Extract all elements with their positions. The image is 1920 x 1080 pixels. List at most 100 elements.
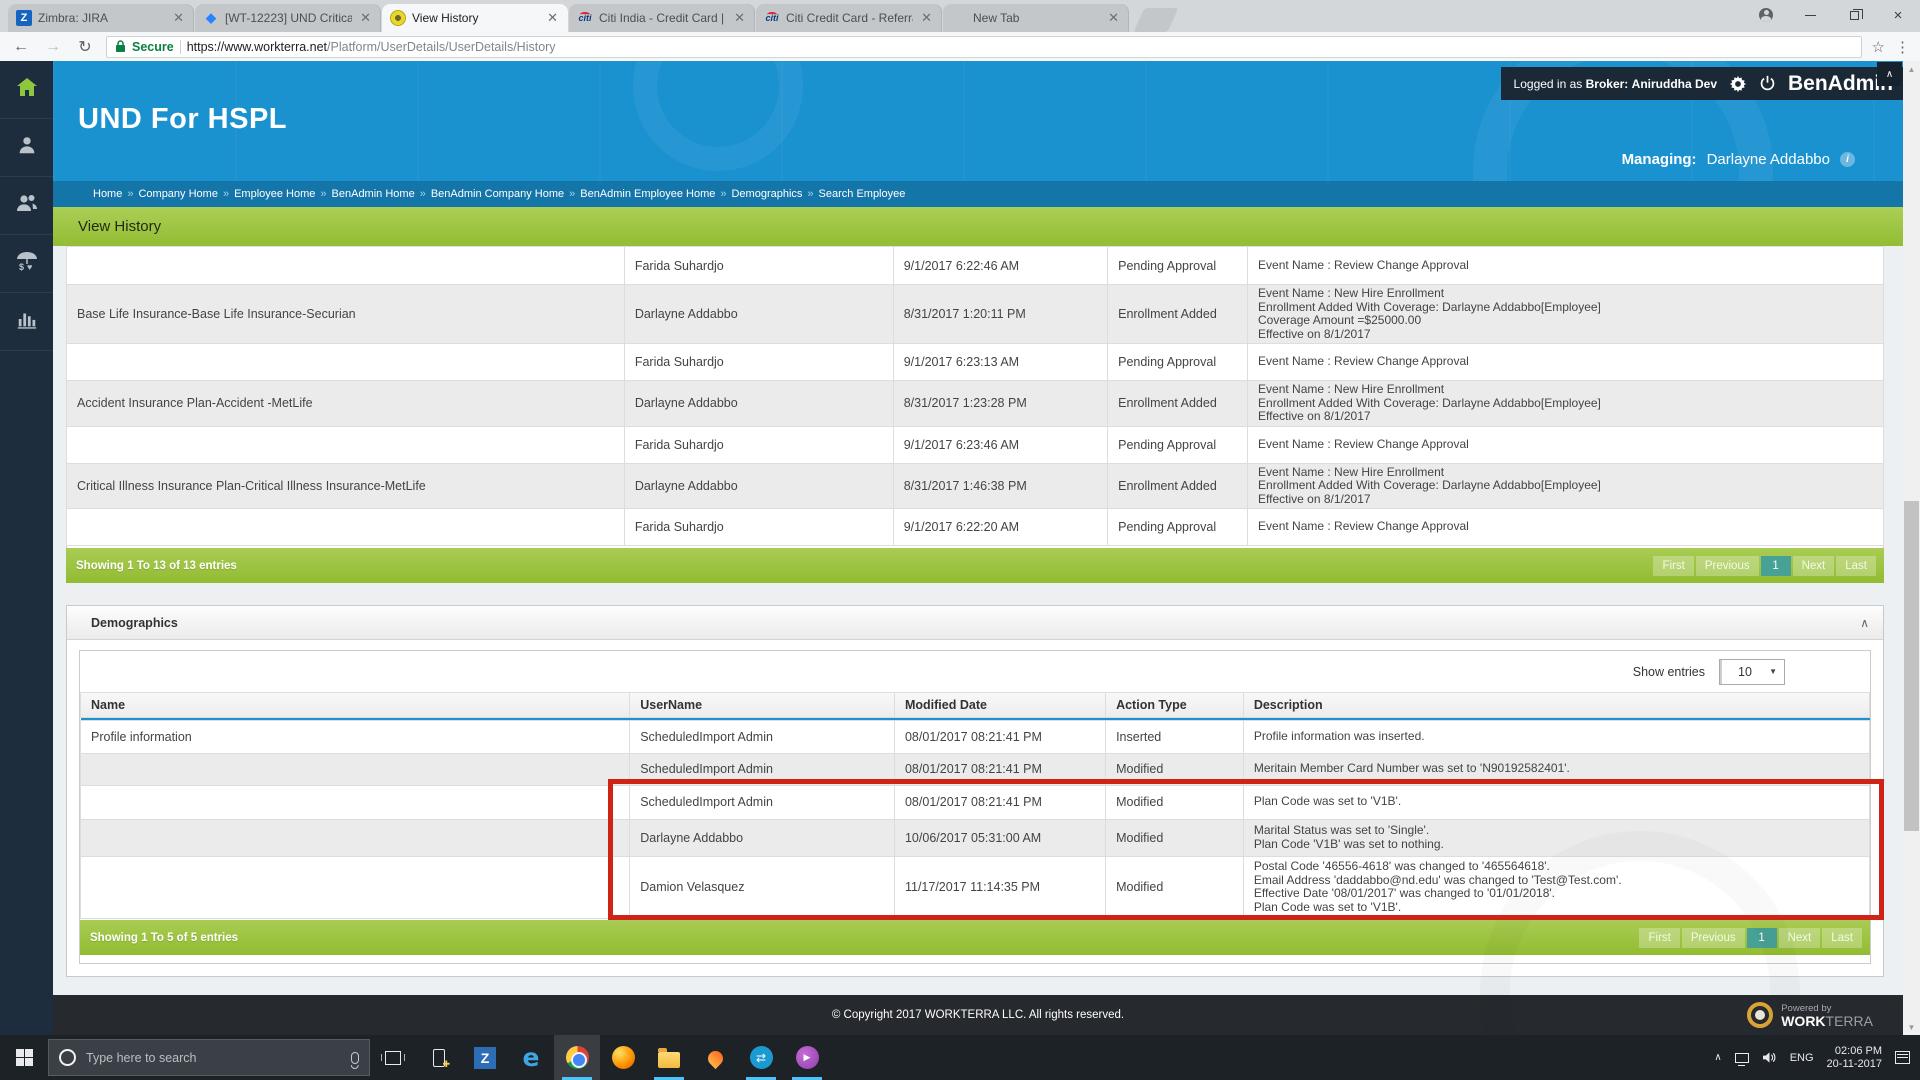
window-controls: × bbox=[1744, 0, 1920, 30]
edge-icon[interactable]: e bbox=[508, 1035, 554, 1080]
pagination-last-button[interactable]: Last bbox=[1836, 556, 1876, 576]
tab-close-icon[interactable]: ✕ bbox=[1106, 10, 1121, 26]
breadcrumb-collapse-button[interactable]: ∧ bbox=[1877, 62, 1902, 86]
browser-tab[interactable]: View History✕ bbox=[382, 4, 568, 32]
language-indicator[interactable]: ENG bbox=[1790, 1052, 1814, 1064]
logout-power-icon[interactable] bbox=[1759, 74, 1776, 94]
phone-tools-icon[interactable] bbox=[416, 1035, 462, 1080]
name-cell: Profile information bbox=[81, 720, 630, 753]
chrome-icon[interactable] bbox=[554, 1035, 600, 1080]
breadcrumb-item[interactable]: BenAdmin Company Home bbox=[431, 188, 564, 200]
zimbra-icon[interactable]: Z bbox=[462, 1035, 508, 1080]
user-icon bbox=[16, 134, 38, 161]
microphone-icon[interactable] bbox=[351, 1052, 359, 1064]
browser-tab[interactable]: citiCiti India - Credit Card | L✕ bbox=[569, 4, 755, 32]
sidebar-item-user[interactable] bbox=[0, 119, 53, 177]
browser-profile-icon[interactable] bbox=[1744, 0, 1788, 30]
breadcrumb-separator: » bbox=[223, 188, 229, 200]
sidebar-item-home[interactable] bbox=[0, 61, 53, 119]
breadcrumb-item[interactable]: Search Employee bbox=[819, 188, 906, 200]
scroll-down-arrow[interactable]: ▼ bbox=[1903, 1019, 1920, 1035]
browser-tab[interactable]: ZZimbra: JIRA✕ bbox=[8, 4, 194, 32]
scroll-up-arrow[interactable]: ▲ bbox=[1903, 61, 1920, 77]
pagination-1-button[interactable]: 1 bbox=[1747, 928, 1777, 948]
sidebar-item-chart[interactable] bbox=[0, 293, 53, 351]
bookmark-star-icon[interactable]: ☆ bbox=[1872, 38, 1885, 56]
name-cell bbox=[81, 819, 630, 856]
browser-tab[interactable]: ◆[WT-12223] UND Critical✕ bbox=[195, 4, 381, 32]
breadcrumb-item[interactable]: Home bbox=[93, 188, 122, 200]
pagination-first-button[interactable]: First bbox=[1653, 556, 1693, 576]
collapse-chevron-icon[interactable]: ∧ bbox=[1860, 616, 1869, 630]
column-header[interactable]: Name bbox=[81, 693, 630, 717]
settings-gear-icon[interactable] bbox=[1729, 74, 1747, 94]
pagination-previous-button[interactable]: Previous bbox=[1696, 556, 1759, 576]
forward-button[interactable]: → bbox=[42, 38, 64, 56]
speaker-icon[interactable] bbox=[1762, 1051, 1777, 1064]
task-view-icon[interactable] bbox=[370, 1035, 416, 1080]
tab-close-icon[interactable]: ✕ bbox=[919, 10, 934, 26]
firefox-icon[interactable] bbox=[600, 1035, 646, 1080]
chart-icon bbox=[16, 308, 38, 335]
column-header[interactable]: Description bbox=[1243, 693, 1869, 717]
clock[interactable]: 02:06 PM 20-11-2017 bbox=[1827, 1045, 1882, 1071]
media-player-icon[interactable]: ▶ bbox=[784, 1035, 830, 1080]
breadcrumb-separator: » bbox=[127, 188, 133, 200]
tab-close-icon[interactable]: ✕ bbox=[545, 10, 560, 26]
close-button[interactable]: × bbox=[1876, 0, 1920, 30]
pagination-next-button[interactable]: Next bbox=[1779, 928, 1821, 948]
start-button[interactable] bbox=[0, 1035, 48, 1080]
tab-close-icon[interactable]: ✕ bbox=[171, 10, 186, 26]
reload-button[interactable]: ↻ bbox=[74, 37, 96, 57]
new-tab-button[interactable] bbox=[1133, 8, 1178, 32]
user-cell: Darlayne Addabbo bbox=[624, 463, 893, 509]
breadcrumb-item[interactable]: Company Home bbox=[138, 188, 217, 200]
breadcrumb-item[interactable]: BenAdmin Home bbox=[332, 188, 415, 200]
browser-menu-icon[interactable]: ⋮ bbox=[1895, 38, 1910, 56]
file-explorer-icon[interactable] bbox=[646, 1035, 692, 1080]
breadcrumb-item[interactable]: Employee Home bbox=[234, 188, 315, 200]
pagination-last-button[interactable]: Last bbox=[1822, 928, 1862, 948]
column-header[interactable]: UserName bbox=[630, 693, 895, 717]
sidebar-item-benefits[interactable]: $♥ bbox=[0, 235, 53, 293]
scrollbar-thumb[interactable] bbox=[1904, 501, 1919, 831]
taskbar-search-input[interactable]: Type here to search bbox=[48, 1039, 370, 1076]
citi-favicon-icon: citi bbox=[764, 10, 780, 26]
show-entries-value: 10 bbox=[1738, 665, 1752, 679]
page-scrollbar[interactable]: ▲ ▼ bbox=[1903, 61, 1920, 1035]
pagination-1-button[interactable]: 1 bbox=[1761, 556, 1791, 576]
show-entries-select[interactable]: 10 ▼ bbox=[1719, 659, 1785, 685]
browser-tab[interactable]: New Tab✕ bbox=[943, 4, 1129, 32]
tab-close-icon[interactable]: ✕ bbox=[732, 10, 747, 26]
breadcrumb-item[interactable]: BenAdmin Employee Home bbox=[580, 188, 715, 200]
tab-title: Citi Credit Card - Referra bbox=[786, 11, 913, 25]
address-bar[interactable]: Secure https://www.workterra.net/Platfor… bbox=[106, 36, 1862, 58]
minimize-button[interactable] bbox=[1788, 0, 1832, 30]
breadcrumb-item[interactable]: Demographics bbox=[731, 188, 802, 200]
svg-text:♥: ♥ bbox=[27, 262, 32, 272]
app-footer: © Copyright 2017 WORKTERRA LLC. All righ… bbox=[53, 995, 1903, 1035]
pagination-first-button[interactable]: First bbox=[1639, 928, 1679, 948]
action-cell: Pending Approval bbox=[1108, 426, 1248, 463]
column-header[interactable]: Action Type bbox=[1106, 693, 1244, 717]
demographics-header[interactable]: Demographics ∧ bbox=[67, 606, 1883, 640]
cortana-icon bbox=[59, 1049, 76, 1066]
action-center-icon[interactable] bbox=[1895, 1051, 1910, 1064]
flame-app-icon[interactable] bbox=[692, 1035, 738, 1080]
description-cell: Profile information was inserted. bbox=[1243, 720, 1869, 753]
tray-expand-icon[interactable]: ∧ bbox=[1714, 1052, 1721, 1063]
table-row: Farida Suhardjo9/1/2017 6:23:46 AMPendin… bbox=[67, 426, 1884, 463]
tab-close-icon[interactable]: ✕ bbox=[358, 10, 373, 26]
restore-button[interactable] bbox=[1832, 0, 1876, 30]
pagination-next-button[interactable]: Next bbox=[1793, 556, 1835, 576]
browser-tab[interactable]: citi Citi Credit Card - Referra ✕ bbox=[756, 4, 942, 32]
view-history-pagination-bar: Showing 1 To 13 of 13 entriesFirstPrevio… bbox=[66, 548, 1884, 583]
info-icon[interactable]: i bbox=[1840, 152, 1855, 167]
back-button[interactable]: ← bbox=[10, 38, 32, 56]
managing-employee[interactable]: Darlayne Addabbo bbox=[1707, 151, 1830, 168]
sync-app-icon[interactable]: ⇄ bbox=[738, 1035, 784, 1080]
sidebar-item-users[interactable] bbox=[0, 177, 53, 235]
pagination-previous-button[interactable]: Previous bbox=[1682, 928, 1745, 948]
network-icon[interactable] bbox=[1735, 1053, 1749, 1063]
column-header[interactable]: Modified Date bbox=[894, 693, 1105, 717]
